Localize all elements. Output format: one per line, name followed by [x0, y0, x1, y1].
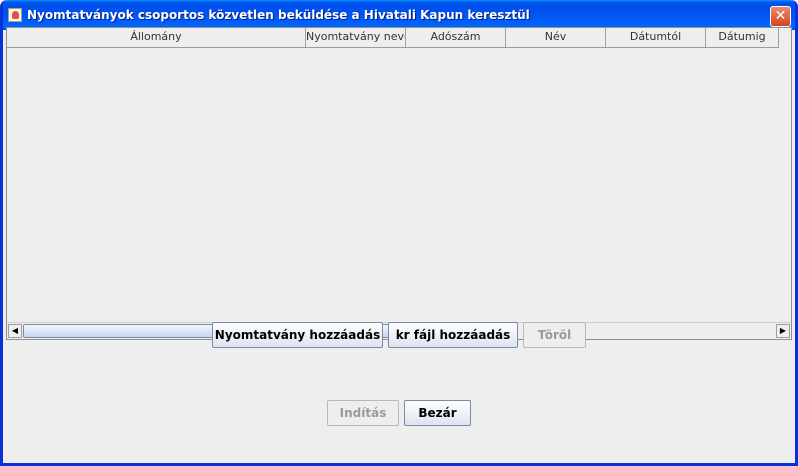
title-bar[interactable]: Nyomtatványok csoportos közvetlen beküld…	[3, 0, 795, 30]
dialog-window: Nyomtatványok csoportos közvetlen beküld…	[0, 0, 798, 466]
table-header: Állomány Nyomtatvány neve Adószám Név Dá…	[7, 28, 779, 48]
file-table: Állomány Nyomtatvány neve Adószám Név Dá…	[6, 27, 792, 340]
close-window-button[interactable]: ✕	[770, 6, 791, 27]
column-header-nyomtatvany-neve[interactable]: Nyomtatvány neve	[306, 28, 406, 47]
add-form-button[interactable]: Nyomtatvány hozzáadás	[212, 322, 383, 348]
column-header-datumig[interactable]: Dátumig	[706, 28, 779, 47]
start-button[interactable]: Indítás	[327, 400, 399, 426]
java-app-icon	[8, 8, 22, 22]
column-header-adoszam[interactable]: Adószám	[406, 28, 506, 47]
column-header-datumtol[interactable]: Dátumtól	[606, 28, 706, 47]
scroll-left-arrow-icon[interactable]: ◀	[8, 324, 22, 338]
add-kr-file-button[interactable]: kr fájl hozzáadás	[388, 322, 518, 348]
delete-button[interactable]: Töröl	[523, 322, 586, 348]
close-button[interactable]: Bezár	[404, 400, 471, 426]
column-header-nev[interactable]: Név	[506, 28, 606, 47]
column-header-allomany[interactable]: Állomány	[7, 28, 306, 47]
scroll-right-arrow-icon[interactable]: ▶	[776, 324, 790, 338]
window-title: Nyomtatványok csoportos közvetlen beküld…	[27, 8, 530, 22]
